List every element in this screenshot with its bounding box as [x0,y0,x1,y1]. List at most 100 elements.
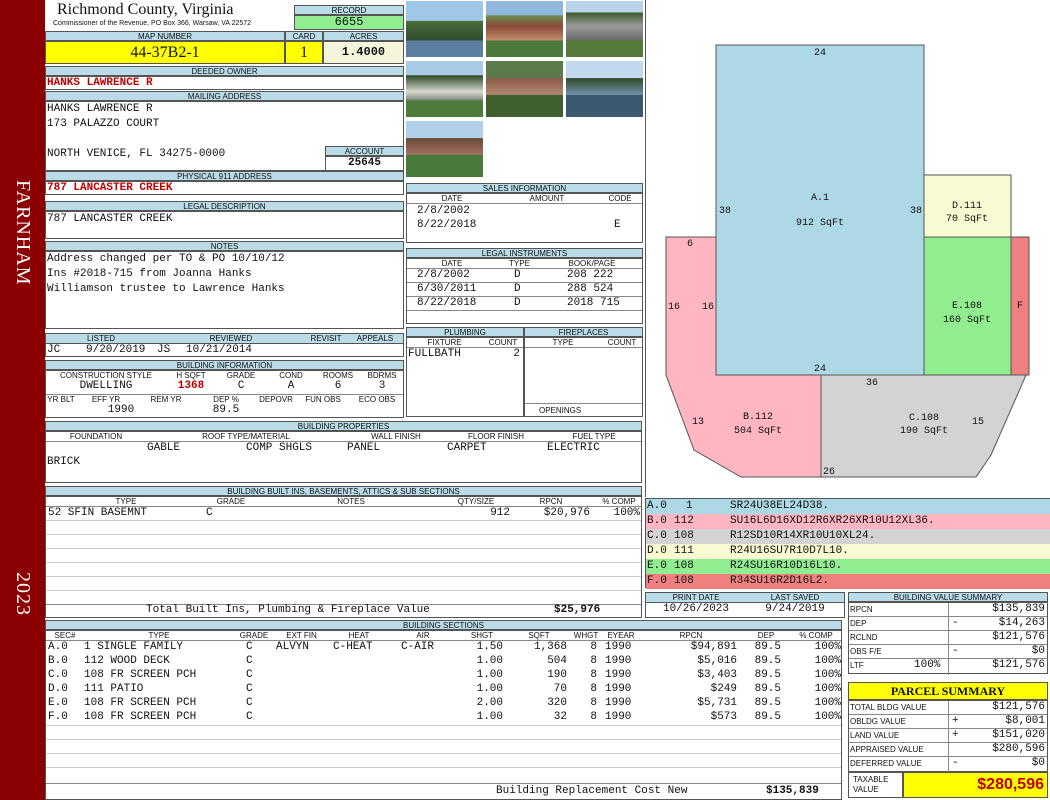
cell-text: RPCN [679,631,703,640]
property-photo[interactable] [405,60,484,118]
acres-label: ACRES [323,31,404,41]
account-label: ACCOUNT [325,146,404,156]
col-header: DEPOVR [259,395,293,404]
cell-text: 1.00 [476,669,503,681]
cell-text: C [246,669,253,681]
cell-text: 1990 [605,655,632,667]
property-photo[interactable] [485,0,564,58]
cell-text: R24SU16R10D16L10. [730,560,843,572]
cell-text: C-HEAT [333,641,373,653]
cell-text: 111 [674,545,694,557]
property-photo[interactable] [405,120,484,178]
parcel-summary-table: TOTAL BLDG VALUE $121,576 OBLDG VALUE + $8,… [848,700,1048,773]
replacement-cost-label: Building Replacement Cost New [496,785,688,797]
sketch-dim: 15 [972,417,984,428]
cell-text: C-AIR [401,641,435,653]
sketch-label-e-area: 160 SqFt [943,315,991,326]
cell-text: $0 [1031,757,1045,769]
cell-text: 1 SINGLE FAMILY [84,641,184,653]
map-number-label: MAP NUMBER [45,31,285,41]
col-header: % COMP [602,497,636,506]
col-header: COND [279,371,303,380]
col-header: GRADE [226,371,256,380]
cell-text: 89.5 [754,655,781,667]
note-line-3: Williamson trustee to Lawrence Hanks [47,283,285,295]
listed-date: 9/20/2019 [86,344,146,356]
instrument-type: D [514,269,521,281]
cell-text: E.0 [48,697,68,709]
cell-text: $249 [710,683,737,695]
cell-text: AIR [416,631,430,640]
plumbing-label: PLUMBING [406,327,524,337]
col-header: DATE [441,259,463,268]
cell-text: 108 FR SCREEN PCH [84,711,197,723]
plumbing-table: FIXTURE COUNT FULLBATH 2 [406,337,524,417]
cell-text: 89.5 [754,697,781,709]
cell-text: $121,576 [992,631,1045,643]
photo-gallery [405,0,645,180]
roof-material-value: COMP SHGLS [246,442,313,454]
cell-text: 1990 [605,711,632,723]
builtin-comp: 100% [613,507,640,519]
sale-date: 2/8/2002 [417,205,470,217]
taxable-value: $280,596 [903,772,1048,798]
cell-text: 108 FR SCREEN PCH [84,697,197,709]
sketch-label-d-area: 70 SqFt [946,214,988,225]
bedrooms: 3 [378,380,386,392]
property-photo[interactable] [565,60,644,118]
legal-description-label: LEGAL DESCRIPTION [45,201,404,211]
sale-code: E [614,219,621,231]
sales-table: DATE AMOUNT CODE 2/8/2002 8/22/2018 E [406,193,643,243]
cell-text: F.0 [647,575,667,587]
property-photo[interactable] [565,0,644,58]
cell-text: 1990 [605,683,632,695]
cell-text: 100% [814,669,841,681]
cell-text: 100% [914,659,941,671]
building-properties-box: FOUNDATION ROOF TYPE/MATERIAL WALL FINIS… [45,431,642,483]
col-header: GRADE [216,497,246,506]
cell-text: OBLDG VALUE [850,717,906,726]
cell-text: B.0 [647,515,667,527]
cell-text: DEP [850,619,867,628]
section-row: F.0 108 FR SCREEN PCH C 1.00 32 8 1990 $573 89.5… [46,711,841,725]
print-info: PRINT DATE LAST SAVED 10/26/2023 9/24/20… [645,592,845,618]
notes-label: NOTES [45,241,404,251]
code-row: F.0 108 R34SU16R2D16L2. [646,574,1050,589]
sale-date: 8/22/2018 [417,219,477,231]
fireplaces-label: FIREPLACES [524,327,643,337]
code-row: A.0 1 SR24U38EL24D38. [646,499,1050,514]
depreciation-pct: 89.5 [212,404,240,416]
value-summary-table: RPCN $135,839 DEP - $14,263 RCLND $121,576 O… [848,602,1048,675]
county-header: Richmond County, Virginia Commissioner o… [47,1,295,31]
col-header: TYPE [552,338,574,347]
cell-text: 100% [814,655,841,667]
building-info-box: CONSTRUCTION STYLE H SQFT GRADE COND ROO… [45,370,404,418]
physical-address: 787 LANCASTER CREEK [47,182,173,194]
section-row: C.0 108 FR SCREEN PCH C 1.00 190 8 1990 $3,403 8… [46,669,841,683]
wall-finish-value: PANEL [347,442,381,454]
sketch-label-b-area: 504 SqFt [734,426,782,437]
sketch-label-e-id: E.108 [952,301,982,312]
rooms: 6 [334,380,342,392]
col-header: YR BLT [47,395,75,404]
property-photo[interactable] [485,60,564,118]
col-header: LISTED [86,334,115,343]
taxable-label: TAXABLE VALUE [853,775,889,794]
replacement-cost-value: $135,839 [766,785,819,797]
col-header: ROOF TYPE/MATERIAL [202,432,290,441]
cell-text: EYEAR [607,631,635,640]
cell-text: 89.5 [754,641,781,653]
cell-text: R12SD10R14XR10U10XL24. [730,530,876,542]
cell-text: F.0 [48,711,68,723]
roof-type-value: GABLE [147,442,181,454]
cell-text: 1.00 [476,711,503,723]
sketch-label-c-area: 190 SqFt [900,426,948,437]
effective-year: 1990 [107,404,135,416]
cell-text: 100% [814,697,841,709]
cell-text: APPRAISED VALUE [850,745,924,754]
builtin-qty: 912 [490,507,510,519]
cell-text: 1.50 [476,641,503,653]
cell-text: $5,731 [697,697,737,709]
property-photo[interactable] [405,0,484,58]
sketch-dim: 16 [668,302,680,313]
